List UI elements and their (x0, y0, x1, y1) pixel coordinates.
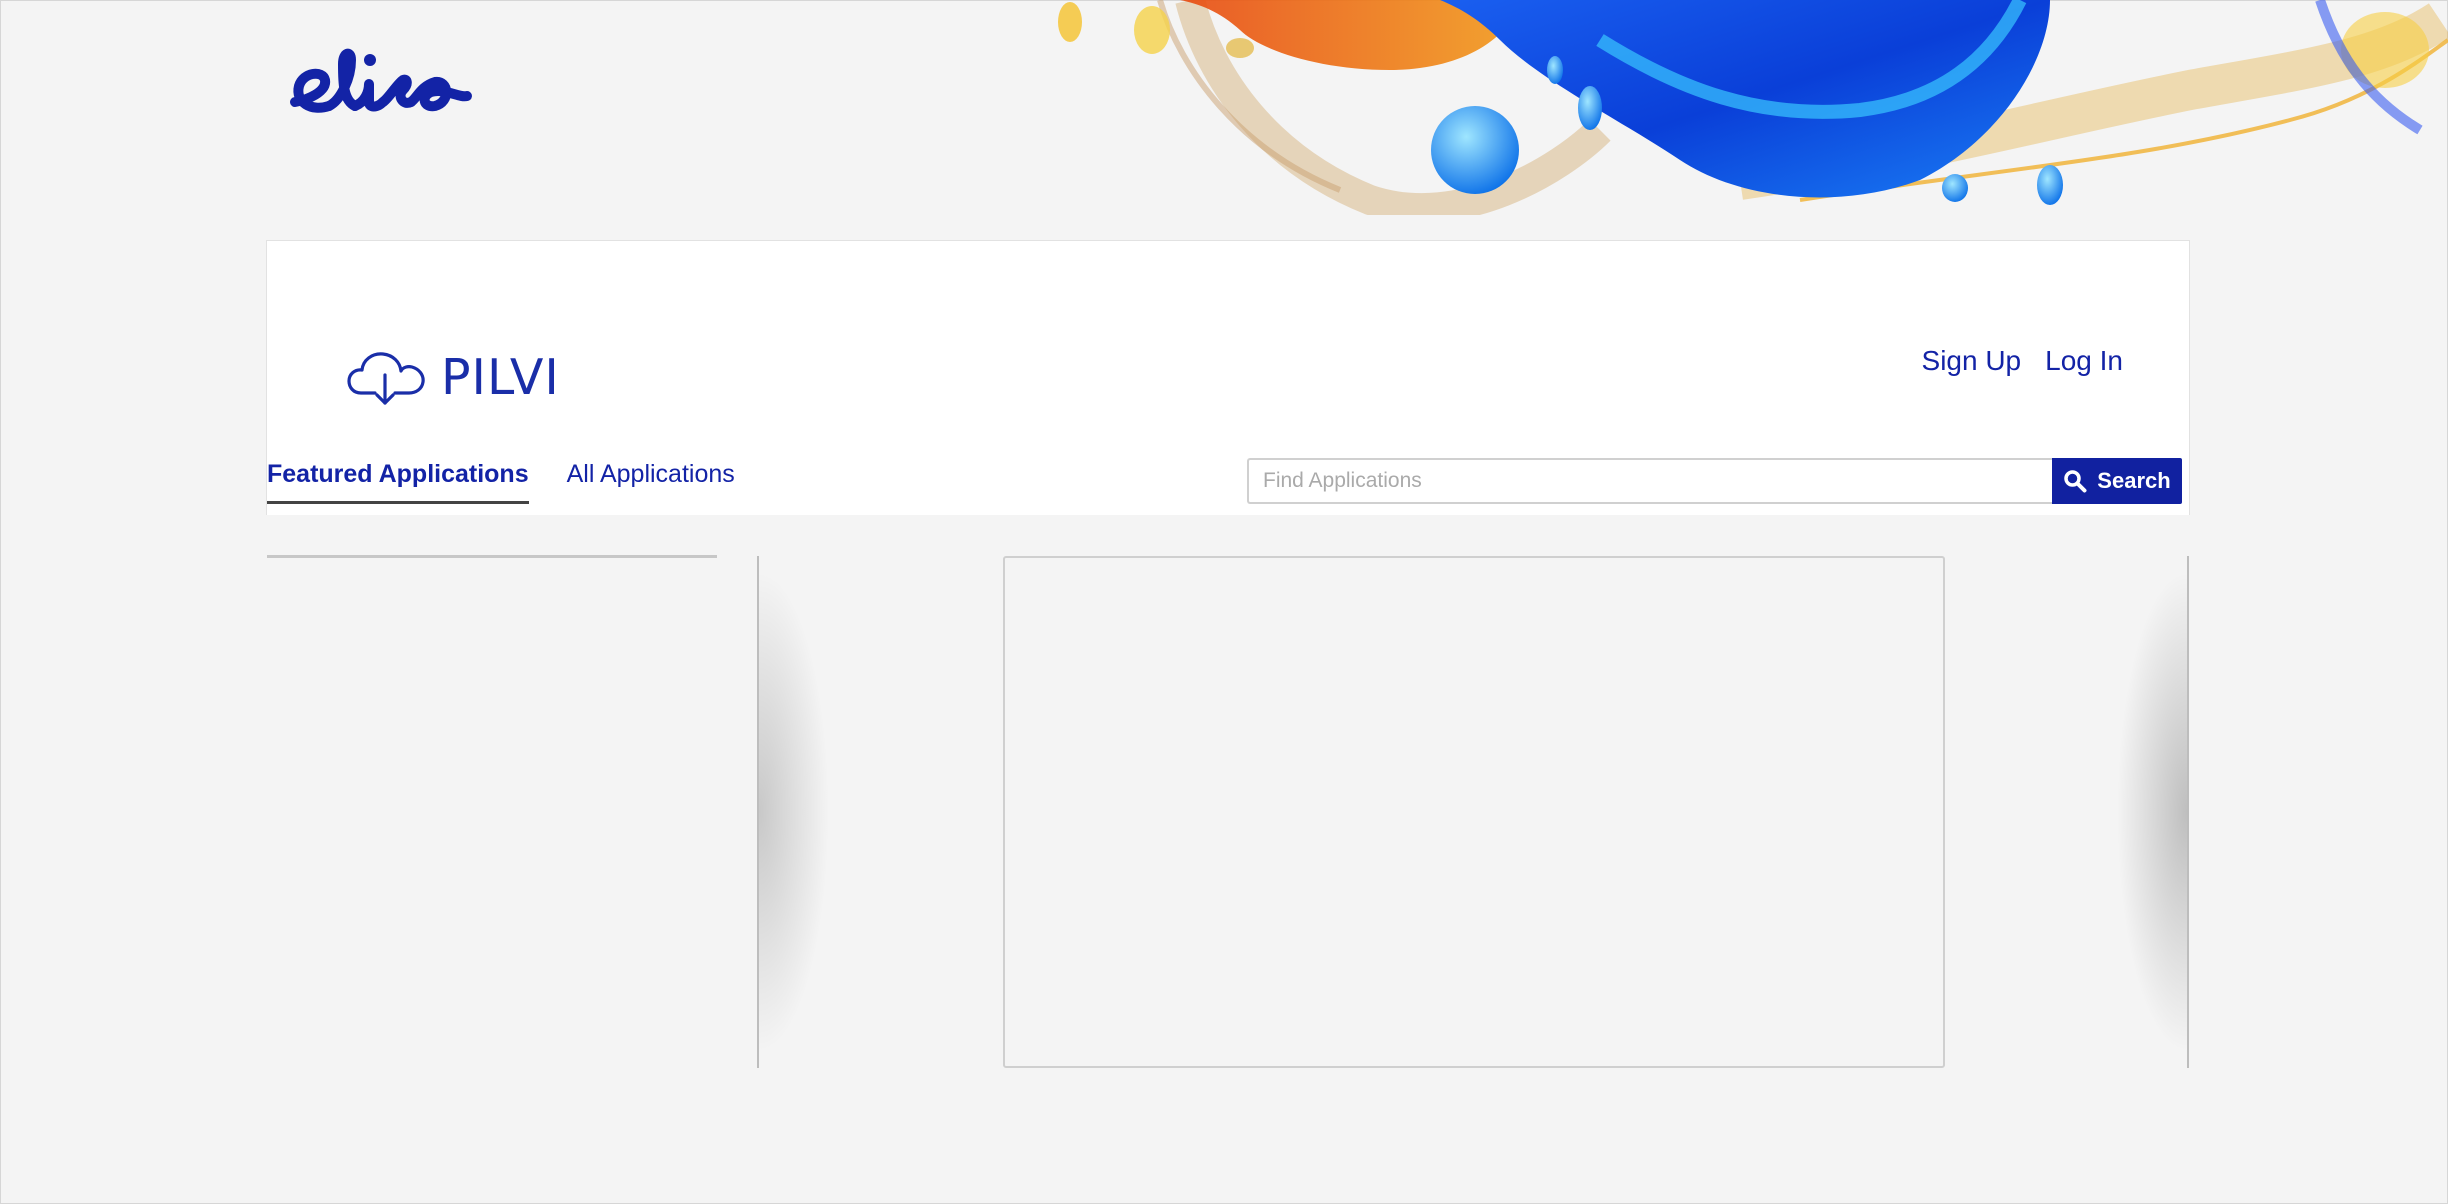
carousel-slide[interactable] (1003, 556, 1945, 1068)
elisa-logo[interactable] (285, 40, 475, 130)
search-button-label: Search (2097, 468, 2171, 493)
log-in-link[interactable]: Log In (2045, 345, 2123, 377)
sidebar-divider (267, 555, 717, 558)
header-splash-graphic (1040, 0, 2448, 215)
search-button[interactable]: Search (2052, 458, 2182, 504)
product-name: PILVI (441, 348, 560, 406)
elisa-logo-graphic (290, 48, 472, 113)
auth-links: Sign Up Log In (1922, 345, 2123, 377)
carousel-shadow-right (2117, 556, 2187, 1068)
pilvi-logo[interactable]: PILVI (345, 347, 560, 407)
search-bar: Search (1247, 458, 2182, 504)
sign-up-link[interactable]: Sign Up (1922, 345, 2022, 377)
cloud-download-icon (347, 352, 425, 405)
search-input[interactable] (1247, 458, 2052, 504)
carousel-shadow-left (759, 556, 829, 1068)
tab-bar: Featured Applications All Applications (267, 459, 773, 515)
featured-carousel (757, 556, 2189, 1068)
header-card: PILVI Sign Up Log In Featured Applicatio… (266, 240, 2190, 515)
tab-all-applications[interactable]: All Applications (567, 459, 735, 503)
magnifier-icon (2064, 470, 2087, 493)
tab-featured-applications[interactable]: Featured Applications (267, 459, 529, 504)
